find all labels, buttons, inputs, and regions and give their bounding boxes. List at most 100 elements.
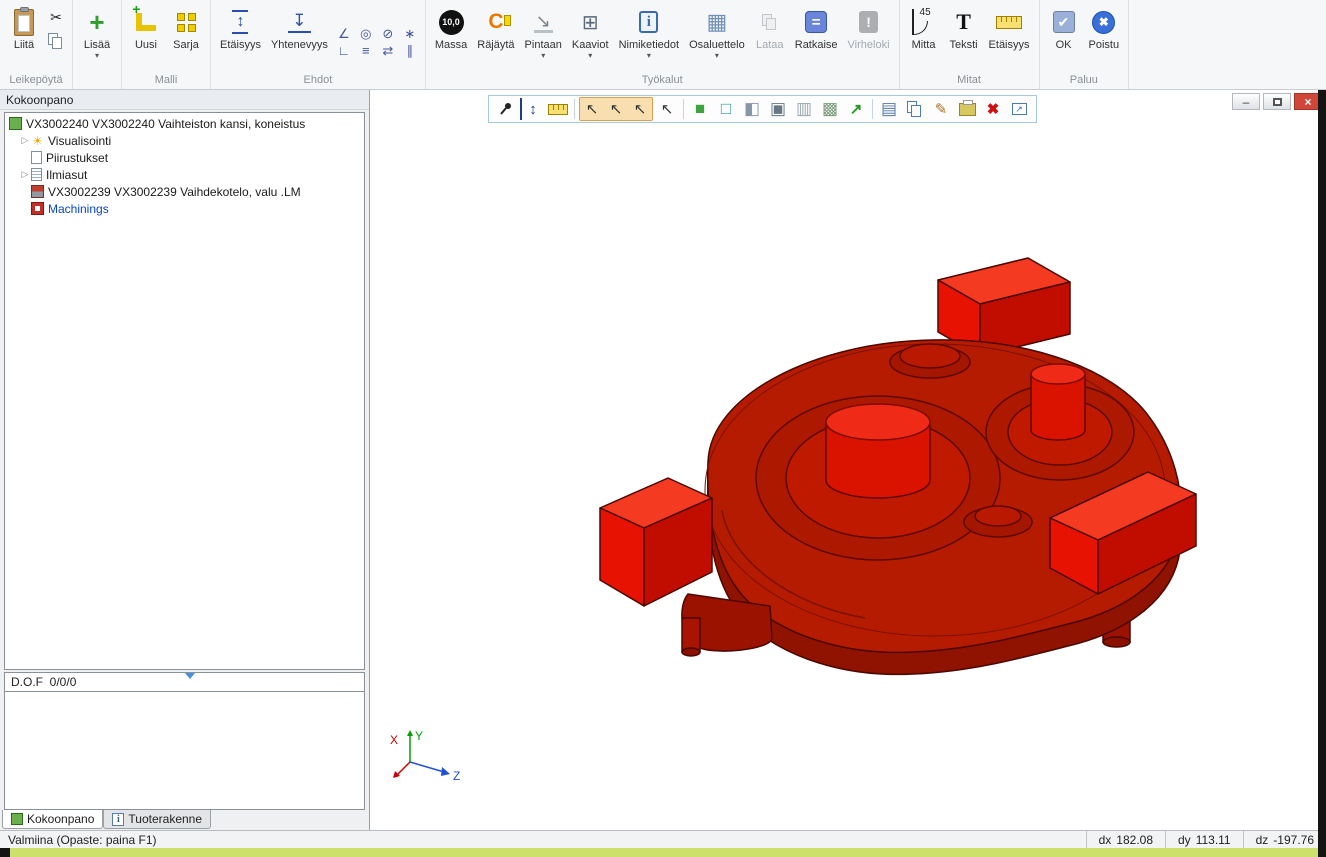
ok-button[interactable]: ✔ OK <box>1044 3 1084 69</box>
coord-dx: dx 182.08 <box>1086 831 1165 848</box>
tab-tuoterakenne[interactable]: i Tuoterakenne <box>103 810 211 829</box>
distance-measure-button[interactable]: Etäisyys <box>984 3 1035 69</box>
parallel-constraint-icon[interactable]: ∥ <box>399 42 421 59</box>
ribbon-group-return: ✔ OK ✖ Poistu Paluu <box>1040 0 1130 89</box>
paste-button[interactable]: Liitä <box>4 3 44 69</box>
constraint-grid: ∠ ◎ ⊘ ∗ ∟ ≡ ⇄ ∥ <box>333 25 421 59</box>
status-message: Valmiina (Opaste: paina F1) <box>0 833 1086 847</box>
parts-list-icon[interactable]: ▤ <box>877 98 901 120</box>
angle-constraint-icon[interactable]: ∠ <box>333 25 355 42</box>
new-part-icon: + <box>136 13 156 31</box>
3d-viewport[interactable]: ↕ ↖ ↖ ↖ ↖ ■ □ ◧ ▣ ▥ ▩ ↗ ▤ ✎ <box>370 90 1326 830</box>
visible-edges-cube-icon[interactable]: ▣ <box>766 98 790 120</box>
tree-item-root[interactable]: VX3002240 VX3002240 Vaihteiston kansi, k… <box>5 115 364 132</box>
delete-icon[interactable]: ✖ <box>981 98 1005 120</box>
external-window-icon[interactable]: ↗ <box>1007 98 1031 120</box>
panel-title: Kokoonpano <box>0 90 369 110</box>
check-icon: ✔ <box>1053 11 1075 33</box>
expander-icon[interactable]: ▷ <box>19 169 31 180</box>
pick-edge-icon[interactable]: ↖ <box>604 98 628 120</box>
angle-45-icon: 45 <box>912 9 936 35</box>
coincidence-constraint-button[interactable]: ↧ Yhtenevyys <box>266 3 333 69</box>
restore-button[interactable] <box>1263 93 1291 110</box>
table-icon: ▦ <box>707 9 728 35</box>
tree-item-part[interactable]: VX3002239 VX3002239 Vaihdekotelo, valu .… <box>5 183 364 200</box>
shadow-cube-icon[interactable]: ▩ <box>818 98 842 120</box>
tab-kokoonpano[interactable]: Kokoonpano <box>2 810 103 829</box>
dof-panel: D.O.F 0/0/0 <box>4 672 365 692</box>
diagrams-button[interactable]: ⊞ Kaaviot ▾ <box>567 3 614 69</box>
parts-list-button[interactable]: ▦ Osaluettelo ▾ <box>684 3 750 69</box>
group-label-dimensions: Mitat <box>900 73 1039 89</box>
tree-item-appearances[interactable]: ▷ Ilmiasut <box>5 166 364 183</box>
pick-entity-icon[interactable]: ↖ <box>655 98 679 120</box>
tree-item-machinings[interactable]: Machinings <box>5 200 364 217</box>
axis-y-label: Y <box>415 729 423 743</box>
dropdown-caret-icon: ▾ <box>541 52 545 60</box>
info-icon: i <box>112 813 124 826</box>
tree-item-drawings[interactable]: Piirustukset <box>5 149 364 166</box>
hidden-line-cube-icon[interactable]: ◧ <box>740 98 764 120</box>
distance-constraint-button[interactable]: ↕ Etäisyys <box>215 3 266 69</box>
explode-icon: C <box>488 11 503 33</box>
diagram-nodes-icon: ⊞ <box>582 10 599 35</box>
minimize-button[interactable]: – <box>1232 93 1260 110</box>
splitter-arrow-icon[interactable] <box>185 673 195 679</box>
mass-icon: 10,0 <box>439 10 464 35</box>
letter-t-icon: T <box>956 9 971 35</box>
distribute-constraint-icon[interactable]: ⇄ <box>377 42 399 59</box>
pattern-constraint-icon[interactable]: ∗ <box>399 25 421 42</box>
screen-edge <box>1318 90 1326 857</box>
drag-dimension-icon[interactable]: ↕ <box>520 98 544 120</box>
exclamation-icon: ! <box>859 11 878 33</box>
copy-structure-icon[interactable] <box>903 98 927 120</box>
ruler-icon <box>996 16 1022 29</box>
update-geometry-icon[interactable]: ↗ <box>844 98 868 120</box>
new-button[interactable]: + Uusi <box>126 3 166 69</box>
text-button[interactable]: T Teksti <box>944 3 984 69</box>
restore-icon <box>1273 98 1282 106</box>
assembly-icon <box>11 813 23 825</box>
expander-icon[interactable]: ▷ <box>19 135 31 146</box>
solve-button[interactable]: = Ratkaise <box>790 3 843 69</box>
perpendicular-constraint-icon[interactable]: ∟ <box>333 42 355 59</box>
dof-label: D.O.F <box>11 675 43 689</box>
ribbon: Liitä ✂ Leikepöytä + Lisää ▾ <box>0 0 1326 90</box>
status-bar: Valmiina (Opaste: paina F1) dx 182.08 dy… <box>0 830 1326 848</box>
measure-button[interactable]: 45 Mitta <box>904 3 944 69</box>
concentric-constraint-icon[interactable]: ◎ <box>355 25 377 42</box>
align-constraint-icon[interactable]: ≡ <box>355 42 377 59</box>
axis-x-label: X <box>390 733 398 747</box>
error-log-button: ! Virheloki <box>843 3 895 69</box>
screen-corner <box>0 848 10 857</box>
pick-face-icon[interactable]: ↖ <box>628 98 652 120</box>
load-pages-icon <box>762 14 778 30</box>
to-surface-button[interactable]: ↘ Pintaan ▾ <box>520 3 567 69</box>
pin-icon[interactable] <box>494 98 518 120</box>
tree-item-visualization[interactable]: ▷ ☀ Visualisointi <box>5 132 364 149</box>
3d-model[interactable]: X Y Z <box>370 90 1318 830</box>
series-button[interactable]: Sarja <box>166 3 206 69</box>
dropdown-caret-icon: ▾ <box>588 52 592 60</box>
tangent-constraint-icon[interactable]: ⊘ <box>377 25 399 42</box>
assembly-tree[interactable]: VX3002240 VX3002240 Vaihteiston kansi, k… <box>4 112 365 670</box>
flat-cube-icon[interactable]: ▥ <box>792 98 816 120</box>
wireframe-cube-icon[interactable]: □ <box>714 98 738 120</box>
print-icon[interactable] <box>955 98 979 120</box>
drawing-sheet-icon <box>31 151 42 164</box>
sketch-icon[interactable]: ✎ <box>929 98 953 120</box>
ruler-icon[interactable] <box>546 98 570 120</box>
viewport-toolbar: ↕ ↖ ↖ ↖ ↖ ■ □ ◧ ▣ ▥ ▩ ↗ ▤ ✎ <box>488 95 1037 123</box>
group-label-constraints: Ehdot <box>211 73 425 89</box>
explode-button[interactable]: C Räjäytä <box>472 3 519 69</box>
appearance-list-icon <box>31 168 42 181</box>
add-button[interactable]: + Lisää ▾ <box>77 3 117 69</box>
item-data-button[interactable]: i Nimiketiedot ▾ <box>614 3 685 69</box>
mass-button[interactable]: 10,0 Massa <box>430 3 472 69</box>
shaded-cube-icon[interactable]: ■ <box>688 98 712 120</box>
pick-point-icon[interactable]: ↖ <box>580 98 604 120</box>
cut-button[interactable]: ✂ <box>46 7 66 27</box>
exit-button[interactable]: ✖ Poistu <box>1084 3 1125 69</box>
copy-button[interactable] <box>46 31 66 51</box>
bottom-strip <box>0 848 1326 857</box>
